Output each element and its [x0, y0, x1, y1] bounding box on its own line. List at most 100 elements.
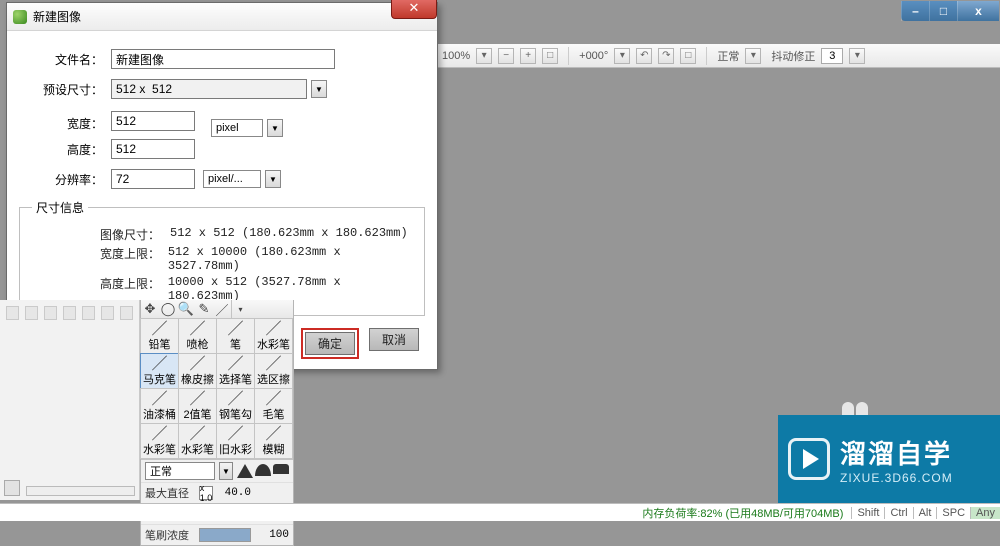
mini-icon[interactable]: [101, 306, 114, 320]
brush-icon: ／: [187, 423, 209, 441]
app-icon: [13, 10, 27, 24]
image-size-label: 图像尺寸：: [100, 226, 170, 243]
filename-input[interactable]: [111, 49, 335, 69]
top-toolbar: 100% ▾ − + □ +000° ▾ ↶ ↷ □ 正常 ▾ 抖动修正 ▾: [436, 44, 1000, 68]
brush-item[interactable]: ／模糊: [254, 423, 293, 459]
brush-item[interactable]: ／水彩笔: [178, 423, 217, 459]
blend-mode-select[interactable]: 正常: [145, 462, 215, 480]
brush-icon: ／: [225, 423, 247, 441]
dialog-close-button[interactable]: ✕: [391, 0, 437, 19]
brush-item[interactable]: ／旧水彩: [216, 423, 255, 459]
height-limit-value: 10000 x 512 (3527.78mm x 180.623mm): [168, 275, 412, 303]
watermark-play-icon: [788, 438, 830, 480]
bg-minimize-button[interactable]: –: [901, 1, 929, 21]
angle-dropdown-icon[interactable]: ▾: [614, 48, 630, 64]
brush-shape-icons: [237, 464, 289, 478]
status-bar: 内存负荷率:82% (已用48MB/可用704MB) ShiftCtrlAltS…: [0, 503, 1000, 521]
cancel-button[interactable]: 取消: [369, 328, 419, 351]
stabilizer-label: 抖动修正: [771, 48, 815, 64]
width-label: 宽度：: [19, 115, 111, 132]
blend-mode-dropdown-icon[interactable]: ▾: [745, 48, 761, 64]
shape-dome-icon[interactable]: [255, 464, 271, 476]
rotate-cw-button[interactable]: ↷: [658, 48, 674, 64]
zoom-fit-button[interactable]: □: [542, 48, 558, 64]
width-input[interactable]: [111, 111, 195, 131]
brush-icon: ／: [187, 388, 209, 406]
brush-label: 模糊: [263, 441, 285, 457]
rotate-ccw-button[interactable]: ↶: [636, 48, 652, 64]
bg-close-button[interactable]: x: [957, 1, 999, 21]
zoom-in-button[interactable]: +: [520, 48, 536, 64]
preset-input[interactable]: [111, 79, 307, 99]
brush-icon: ／: [225, 353, 247, 371]
brush-icon: ／: [263, 318, 285, 336]
corner-button[interactable]: [4, 480, 20, 496]
layer-panel-icons: [0, 300, 139, 326]
brush-item[interactable]: ／喷枪: [178, 318, 217, 354]
width-height-unit[interactable]: pixel: [211, 119, 263, 137]
brush-item[interactable]: ／橡皮擦: [178, 353, 217, 389]
bg-window-controls: – □ x: [901, 1, 999, 21]
mini-icon[interactable]: [120, 306, 133, 320]
mini-icon[interactable]: [63, 306, 76, 320]
density-slider[interactable]: [199, 528, 251, 542]
brush-item[interactable]: ／钢笔勾: [216, 388, 255, 424]
brush-item[interactable]: ／毛笔: [254, 388, 293, 424]
key-indicator: Shift: [851, 507, 884, 519]
brush-icon: ／: [263, 353, 285, 371]
zoom-dropdown-icon[interactable]: ▾: [476, 48, 492, 64]
stabilizer-value-input[interactable]: [821, 48, 843, 64]
brush-item[interactable]: ／笔: [216, 318, 255, 354]
filename-label: 文件名：: [19, 51, 111, 68]
rotate-reset-button[interactable]: □: [680, 48, 696, 64]
brush-icon: ／: [225, 318, 247, 336]
left-panel-bottom: [0, 300, 140, 500]
height-label: 高度：: [19, 141, 111, 158]
max-diameter-mult[interactable]: x 1.0: [199, 486, 213, 500]
brush-item[interactable]: ／铅笔: [140, 318, 179, 354]
size-info-group: 尺寸信息 图像尺寸：512 x 512 (180.623mm x 180.623…: [19, 199, 425, 316]
brush-item[interactable]: ／选择笔: [216, 353, 255, 389]
max-diameter-value: 40.0: [217, 487, 251, 499]
memory-status: 内存负荷率:82% (已用48MB/可用704MB): [642, 505, 851, 521]
brush-item[interactable]: ／选区擦: [254, 353, 293, 389]
mini-icon[interactable]: [25, 306, 38, 320]
brush-item[interactable]: ／油漆桶: [140, 388, 179, 424]
res-unit-dropdown-icon[interactable]: ▼: [265, 170, 281, 188]
resolution-input[interactable]: [111, 169, 195, 189]
wh-unit-dropdown-icon[interactable]: ▼: [267, 119, 283, 137]
brush-item[interactable]: ／马克笔: [140, 353, 179, 389]
watermark-url: ZIXUE.3D66.COM: [840, 471, 953, 485]
shape-triangle-icon[interactable]: [237, 464, 253, 478]
height-input[interactable]: [111, 139, 195, 159]
brush-item[interactable]: ／水彩笔: [254, 318, 293, 354]
stabilizer-dropdown-icon[interactable]: ▾: [849, 48, 865, 64]
rotate-angle: +000°: [579, 50, 608, 62]
height-limit-label: 高度上限：: [100, 275, 168, 303]
mini-icon[interactable]: [82, 306, 95, 320]
dialog-titlebar[interactable]: 新建图像 ✕: [7, 3, 437, 31]
preset-dropdown-icon[interactable]: ▼: [311, 80, 327, 98]
zoom-out-button[interactable]: −: [498, 48, 514, 64]
shape-flat-icon[interactable]: [273, 464, 289, 474]
mini-icon[interactable]: [44, 306, 57, 320]
brush-label: 旧水彩: [219, 441, 252, 457]
brush-grid: ／铅笔／喷枪／笔／水彩笔／马克笔／橡皮擦／选择笔／选区擦／油漆桶／2值笔／钢笔勾…: [141, 319, 293, 459]
horizontal-scrollbar[interactable]: [26, 486, 135, 496]
resolution-unit[interactable]: pixel/...: [203, 170, 261, 188]
density-label: 笔刷浓度: [145, 527, 195, 543]
image-size-value: 512 x 512 (180.623mm x 180.623mm): [170, 226, 408, 243]
ok-button[interactable]: 确定: [305, 332, 355, 355]
mini-icon[interactable]: [6, 306, 19, 320]
max-diameter-label: 最大直径: [145, 485, 195, 501]
brush-label: 水彩笔: [181, 441, 214, 457]
brush-item[interactable]: ／水彩笔: [140, 423, 179, 459]
bg-maximize-button[interactable]: □: [929, 1, 957, 21]
blend-mode-dropdown-icon[interactable]: ▼: [219, 462, 233, 480]
brush-icon: ／: [187, 353, 209, 371]
brush-icon: ／: [263, 388, 285, 406]
watermark: 溜溜自学 ZIXUE.3D66.COM: [778, 415, 1000, 503]
dialog-title: 新建图像: [33, 8, 81, 25]
brush-icon: ／: [149, 423, 171, 441]
brush-item[interactable]: ／2值笔: [178, 388, 217, 424]
